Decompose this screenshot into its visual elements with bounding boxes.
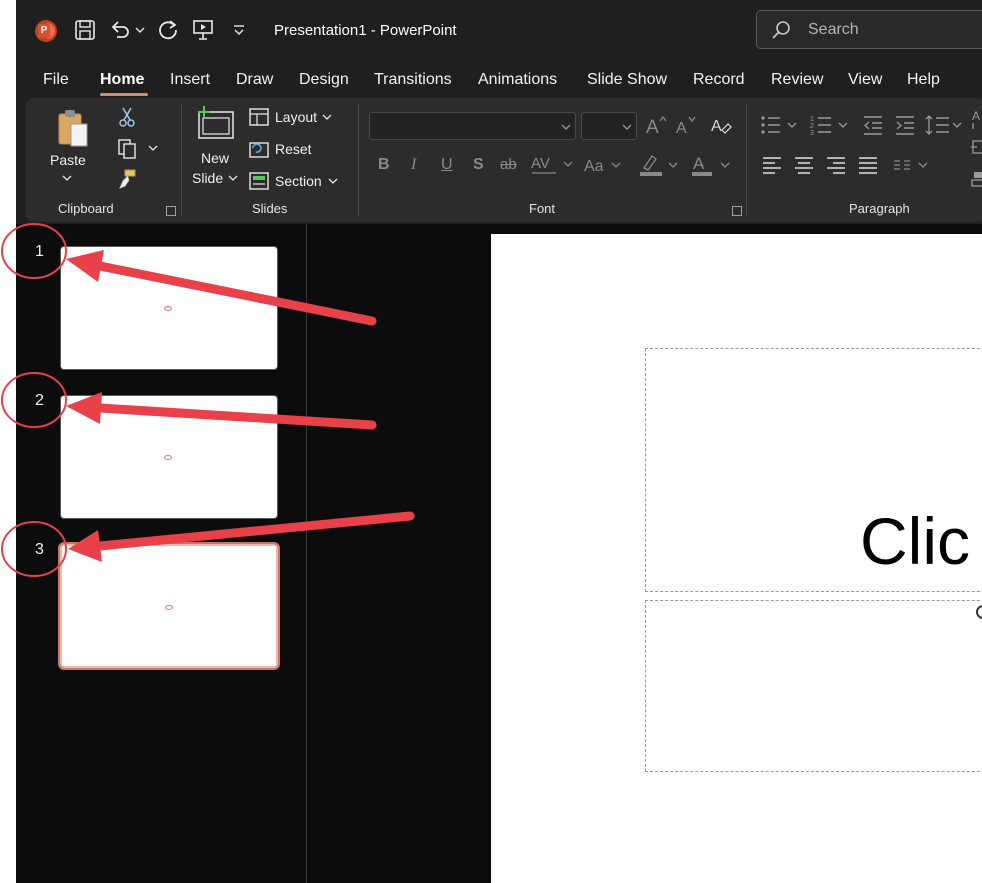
logo-letter: P [38, 24, 50, 38]
annotation-arrow-1-shaft [95, 261, 377, 326]
annotation-arrowhead-3 [68, 530, 102, 562]
annotation-circle-2 [1, 372, 67, 428]
annotation-circle-1 [1, 223, 67, 279]
annotation-arrow-3-shaft [95, 511, 415, 551]
annotation-arrow-2-shaft [95, 403, 377, 430]
annotation-circle-3 [1, 521, 67, 577]
annotation-arrowhead-1 [66, 250, 104, 282]
annotation-arrowhead-2 [66, 392, 102, 424]
annotation-overlay [1, 223, 415, 577]
